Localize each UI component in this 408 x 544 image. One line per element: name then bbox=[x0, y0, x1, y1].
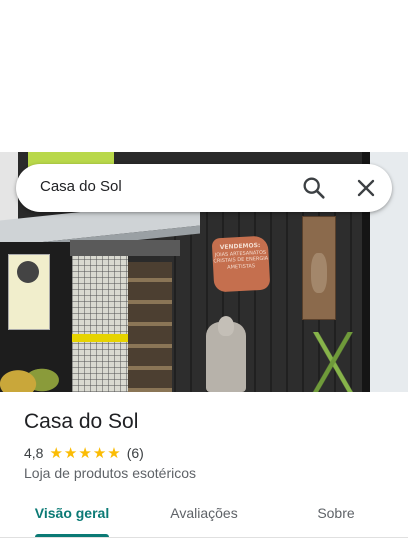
star-icon: ★ bbox=[92, 443, 107, 462]
palm-leaves bbox=[300, 332, 370, 392]
product-shelf bbox=[128, 262, 172, 392]
carved-wood-face bbox=[302, 216, 336, 320]
search-icon[interactable] bbox=[300, 174, 328, 202]
vendemos-sign: VENDEMOS: JOIAS ARTESANATOS CRISTAIS DE … bbox=[211, 235, 271, 293]
tab-reviews[interactable]: Avaliações bbox=[150, 494, 258, 534]
review-count[interactable]: (6) bbox=[127, 445, 144, 461]
buddha-statue bbox=[206, 316, 246, 392]
shop-sign-board bbox=[8, 254, 50, 330]
place-tabs: Visão geral Avaliações Sobre bbox=[0, 494, 408, 540]
star-icon: ★ bbox=[49, 443, 63, 462]
tab-overview[interactable]: Visão geral bbox=[24, 494, 120, 534]
star-icon: ★ bbox=[78, 443, 92, 462]
map-area-blank bbox=[0, 0, 408, 152]
rating-value: 4,8 bbox=[24, 445, 44, 461]
place-category: Loja de produtos esotéricos bbox=[24, 465, 196, 481]
place-title: Casa do Sol bbox=[24, 410, 139, 433]
tab-about[interactable]: Sobre bbox=[296, 494, 376, 534]
search-bar[interactable]: Casa do Sol bbox=[16, 164, 392, 212]
door-frame bbox=[70, 240, 180, 256]
shop-window bbox=[72, 256, 128, 392]
plant-decoration bbox=[0, 352, 60, 392]
tabs-divider bbox=[0, 537, 408, 538]
rating-row[interactable]: 4,8 ★ ★ ★ ★ ★ (6) bbox=[24, 444, 144, 462]
rating-stars: ★ ★ ★ ★ ★ bbox=[49, 443, 121, 462]
close-icon[interactable] bbox=[352, 174, 380, 202]
star-icon: ★ bbox=[63, 443, 78, 462]
search-input[interactable]: Casa do Sol bbox=[40, 178, 122, 195]
window-stripe bbox=[72, 334, 128, 342]
star-icon: ★ bbox=[107, 443, 121, 462]
